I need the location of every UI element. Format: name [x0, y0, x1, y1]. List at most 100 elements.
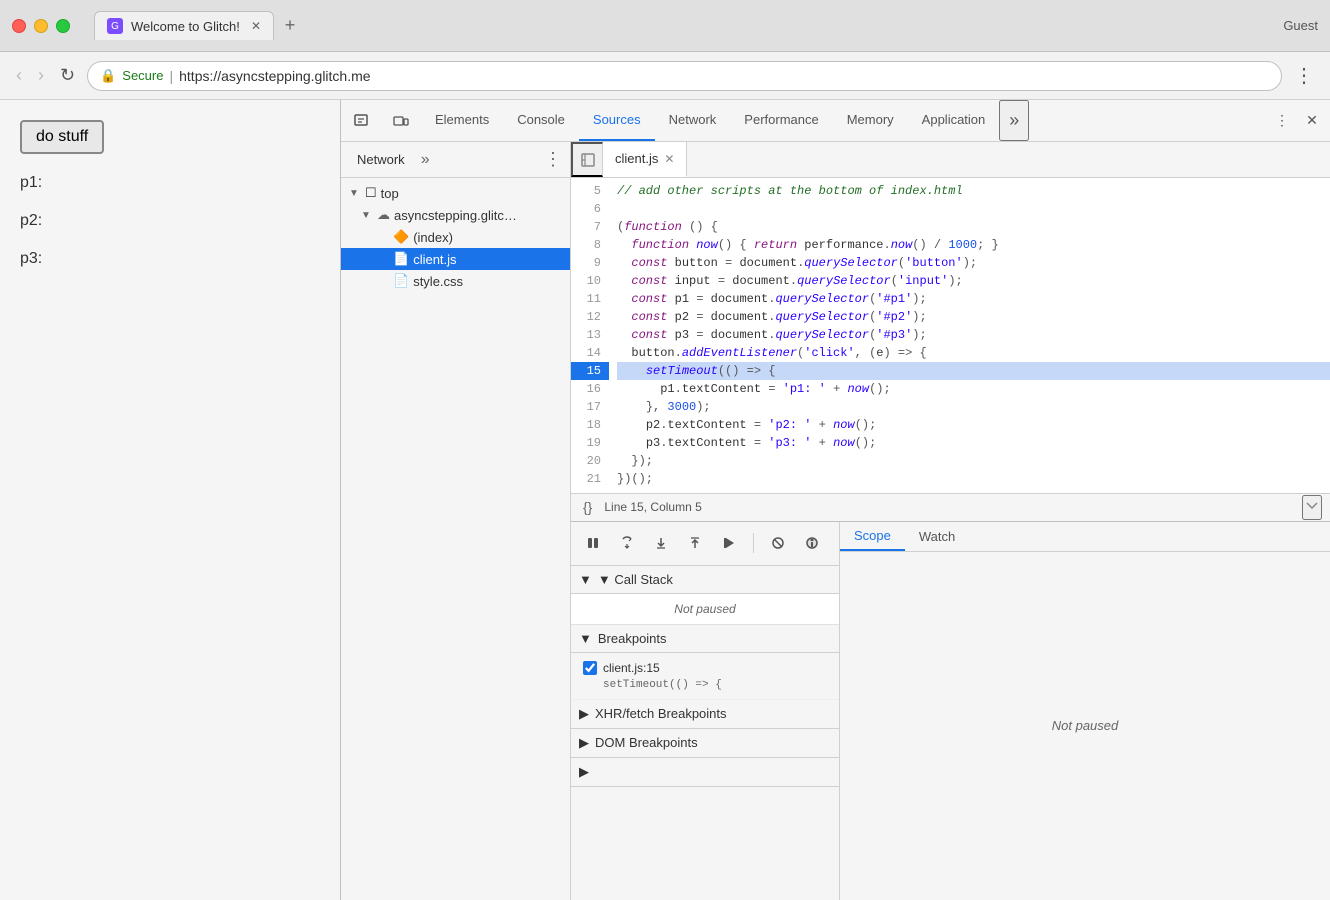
- forward-button[interactable]: ›: [34, 61, 48, 90]
- code-line-18[interactable]: p2.textContent = 'p2: ' + now();: [617, 416, 1330, 434]
- dom-arrow: ▶: [579, 735, 589, 751]
- pause-resume-button[interactable]: [579, 529, 607, 557]
- global-header[interactable]: ▶: [571, 758, 839, 787]
- call-stack-header[interactable]: ▼ ▼ Call Stack: [571, 566, 839, 594]
- tab-console[interactable]: Console: [503, 100, 579, 141]
- code-line-11[interactable]: const p1 = document.querySelector('#p1')…: [617, 290, 1330, 308]
- line-num-8: 8: [571, 236, 609, 254]
- code-line-10[interactable]: const input = document.querySelector('in…: [617, 272, 1330, 290]
- traffic-lights: [12, 19, 70, 33]
- breakpoint-checkbox[interactable]: [583, 661, 597, 675]
- do-stuff-button[interactable]: do stuff: [20, 120, 104, 154]
- code-line-17[interactable]: }, 3000);: [617, 398, 1330, 416]
- code-line-15[interactable]: setTimeout(() => {: [617, 362, 1330, 380]
- code-line-20[interactable]: });: [617, 452, 1330, 470]
- code-panel: client.js ✕ 5 6 7 8 9 10 11: [571, 142, 1330, 521]
- more-tabs-button[interactable]: »: [999, 100, 1029, 141]
- line-num-7: 7: [571, 218, 609, 236]
- close-traffic-light[interactable]: [12, 19, 26, 33]
- filetree-menu-button[interactable]: ⋮: [544, 149, 562, 170]
- tab-performance[interactable]: Performance: [730, 100, 832, 141]
- devtools-tabs: Elements Console Sources Network Perform…: [421, 100, 1264, 141]
- minimize-traffic-light[interactable]: [34, 19, 48, 33]
- tab-close-button[interactable]: ✕: [251, 19, 261, 33]
- p3-label: p3:: [20, 250, 320, 268]
- watch-tab[interactable]: Watch: [905, 522, 969, 551]
- dom-label: DOM Breakpoints: [595, 735, 698, 750]
- code-line-13[interactable]: const p3 = document.querySelector('#p3')…: [617, 326, 1330, 344]
- filetree-item-clientjs[interactable]: 📄 client.js: [341, 248, 570, 270]
- tab-memory[interactable]: Memory: [833, 100, 908, 141]
- css-file-icon: 📄: [393, 273, 409, 289]
- new-tab-button[interactable]: +: [274, 10, 306, 42]
- filetree-item-top[interactable]: ▼ ☐ top: [341, 182, 570, 204]
- p1-label: p1:: [20, 174, 320, 192]
- code-line-8[interactable]: function now() { return performance.now(…: [617, 236, 1330, 254]
- dom-header[interactable]: ▶ DOM Breakpoints: [571, 729, 839, 758]
- browser-tab[interactable]: G Welcome to Glitch! ✕: [94, 11, 274, 40]
- browser-page: do stuff p1: p2: p3:: [0, 100, 340, 900]
- code-line-16[interactable]: p1.textContent = 'p1: ' + now();: [617, 380, 1330, 398]
- line-numbers: 5 6 7 8 9 10 11 12 13 14 15 16 1: [571, 178, 609, 493]
- code-line-21[interactable]: })();: [617, 470, 1330, 488]
- line-num-12: 12: [571, 308, 609, 326]
- breakpoints-header[interactable]: ▼ Breakpoints: [571, 625, 839, 653]
- scope-panel: Scope Watch Not paused: [840, 522, 1330, 900]
- tab-network[interactable]: Network: [655, 100, 731, 141]
- devtools-settings-button[interactable]: ⋮: [1268, 107, 1296, 135]
- not-paused-scope: Not paused: [1052, 718, 1119, 733]
- filetree-toolbar: Network » ⋮: [341, 142, 570, 178]
- deactivate-breakpoints-button[interactable]: [764, 529, 792, 557]
- filetree-item-asyncstepping[interactable]: ▼ ☁ asyncstepping.glitc…: [341, 204, 570, 226]
- code-expand-button[interactable]: [571, 142, 603, 177]
- continue-button[interactable]: [715, 529, 743, 557]
- breakpoint-item: client.js:15 setTimeout(() => {: [571, 653, 839, 700]
- format-btn[interactable]: {}: [579, 497, 596, 517]
- code-line-7[interactable]: (function () {: [617, 218, 1330, 236]
- code-tab-clientjs[interactable]: client.js ✕: [603, 142, 687, 177]
- filetree-item-index[interactable]: 🔶 (index): [341, 226, 570, 248]
- code-line-19[interactable]: p3.textContent = 'p3: ' + now();: [617, 434, 1330, 452]
- code-line-14[interactable]: button.addEventListener('click', (e) => …: [617, 344, 1330, 362]
- code-tab-label: client.js: [615, 151, 658, 166]
- url-bar[interactable]: 🔒 Secure | https://asyncstepping.glitch.…: [87, 61, 1282, 91]
- breakpoint-code: setTimeout(() => {: [583, 679, 827, 691]
- step-out-button[interactable]: [681, 529, 709, 557]
- breakpoints-arrow: ▼: [579, 631, 592, 646]
- filetree-item-stylecss[interactable]: 📄 style.css: [341, 270, 570, 292]
- inspect-element-button[interactable]: [341, 100, 381, 141]
- device-toggle-button[interactable]: [381, 100, 421, 141]
- code-content: 5 6 7 8 9 10 11 12 13 14 15 16 1: [571, 178, 1330, 493]
- maximize-traffic-light[interactable]: [56, 19, 70, 33]
- network-label: Network: [349, 152, 413, 167]
- tab-bar: G Welcome to Glitch! ✕ +: [94, 10, 306, 42]
- xhr-header[interactable]: ▶ XHR/fetch Breakpoints: [571, 700, 839, 729]
- line-num-11: 11: [571, 290, 609, 308]
- browser-menu-button[interactable]: ⋮: [1290, 59, 1318, 92]
- code-tabs: client.js ✕: [571, 142, 1330, 178]
- scope-content: Not paused: [840, 552, 1330, 900]
- step-over-button[interactable]: [613, 529, 641, 557]
- code-tab-close[interactable]: ✕: [664, 152, 674, 166]
- tab-elements[interactable]: Elements: [421, 100, 503, 141]
- filetree-more-button[interactable]: »: [421, 151, 430, 169]
- not-paused-text: Not paused: [674, 602, 735, 616]
- devtools-close-button[interactable]: ✕: [1298, 107, 1326, 135]
- addressbar: ‹ › ↻ 🔒 Secure | https://asyncstepping.g…: [0, 52, 1330, 100]
- xhr-arrow: ▶: [579, 706, 589, 722]
- back-button[interactable]: ‹: [12, 61, 26, 90]
- tab-title: Welcome to Glitch!: [131, 19, 240, 34]
- filetree-panel: Network » ⋮ ▼ ☐ top ▼ ☁ asyncsteppi: [341, 142, 571, 900]
- step-into-button[interactable]: [647, 529, 675, 557]
- code-line-5[interactable]: // add other scripts at the bottom of in…: [617, 182, 1330, 200]
- code-line-9[interactable]: const button = document.querySelector('b…: [617, 254, 1330, 272]
- code-line-12[interactable]: const p2 = document.querySelector('#p2')…: [617, 308, 1330, 326]
- tab-sources[interactable]: Sources: [579, 100, 655, 141]
- pause-on-exceptions-button[interactable]: [798, 529, 826, 557]
- tab-application[interactable]: Application: [908, 100, 1000, 141]
- reload-button[interactable]: ↻: [56, 61, 79, 90]
- content-area: do stuff p1: p2: p3: Elements Consol: [0, 100, 1330, 900]
- statusbar-expand-button[interactable]: [1302, 495, 1322, 520]
- line-num-5: 5: [571, 182, 609, 200]
- scope-tab[interactable]: Scope: [840, 522, 905, 551]
